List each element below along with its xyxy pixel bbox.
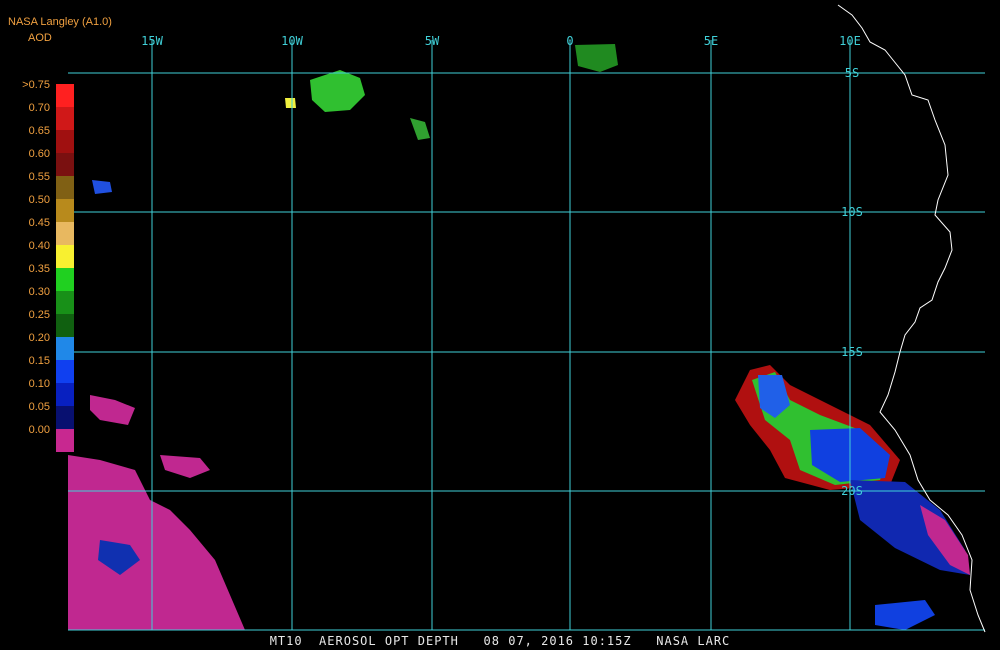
longitude-label: 5E (704, 34, 718, 48)
legend-label: 0.45 (28, 217, 50, 229)
latitude-label: 15S (841, 345, 863, 359)
legend-label: 0.55 (28, 171, 50, 183)
longitude-label: 10E (839, 34, 861, 48)
legend-swatch (56, 176, 74, 199)
legend-swatch (56, 383, 74, 406)
aerosol-patch-yellow (285, 98, 296, 108)
legend-swatch (56, 268, 74, 291)
legend-label: 0.20 (28, 332, 50, 344)
legend-swatch (56, 429, 74, 452)
legend-label: 0.70 (28, 102, 50, 114)
legend-swatch (56, 291, 74, 314)
lat-lon-grid (68, 40, 985, 631)
legend-swatch (56, 199, 74, 222)
legend-label: 0.40 (28, 240, 50, 252)
legend-swatch (56, 222, 74, 245)
latitude-label: 5S (845, 66, 859, 80)
aod-map: 15W 10W 5W 0 5E 10E 5S 10S 15S 20S (68, 4, 986, 633)
legend-label: >0.75 (22, 79, 50, 91)
legend-swatch (56, 245, 74, 268)
legend-label: 0.25 (28, 309, 50, 321)
legend-swatch (56, 360, 74, 383)
legend-label: 0.35 (28, 263, 50, 275)
longitude-label: 10W (281, 34, 303, 48)
legend-label: 0.65 (28, 125, 50, 137)
legend-label: 0.60 (28, 148, 50, 160)
legend-swatch (56, 107, 74, 130)
latitude-label: 20S (841, 484, 863, 498)
longitude-label: 0 (566, 34, 573, 48)
longitude-label: 5W (425, 34, 440, 48)
aerosol-patch-southwest-2 (90, 395, 135, 425)
legend-label: 0.10 (28, 378, 50, 390)
aerosol-patch-southwest-3 (160, 455, 210, 478)
aerosol-patch-blue-west (92, 180, 112, 194)
aerosol-patch-south-blue (875, 600, 935, 630)
legend-label: 0.50 (28, 194, 50, 206)
map-footer: MT10 AEROSOL OPT DEPTH 08 07, 2016 10:15… (269, 634, 731, 648)
aerosol-patches (68, 44, 970, 630)
aerosol-patch-southwest (68, 455, 245, 630)
aerosol-patch-north-green-2 (575, 44, 618, 72)
longitude-label: 15W (141, 34, 163, 48)
aerosol-patch-north-green (310, 70, 365, 112)
legend-swatch (56, 314, 74, 337)
legend-label: 0.00 (28, 424, 50, 436)
legend-swatch (56, 84, 74, 107)
aerosol-patch-north-green-3 (410, 118, 430, 140)
legend-swatch (56, 337, 74, 360)
legend-swatch (56, 406, 74, 429)
legend-label: 0.15 (28, 355, 50, 367)
legend-swatch (56, 130, 74, 153)
legend-swatch (56, 153, 74, 176)
legend-label: 0.30 (28, 286, 50, 298)
latitude-label: 10S (841, 205, 863, 219)
legend-label: 0.05 (28, 401, 50, 413)
